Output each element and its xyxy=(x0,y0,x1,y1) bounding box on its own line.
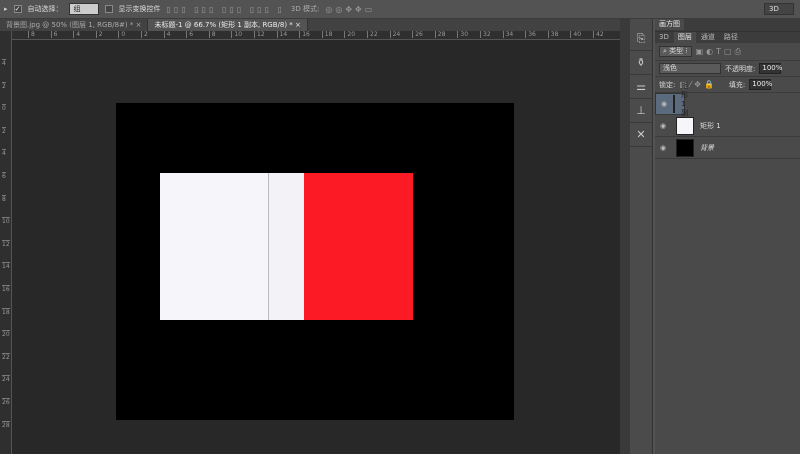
ruler-tick-label: 24 xyxy=(389,31,400,38)
ruler-tick-label: 6 xyxy=(2,172,6,180)
ruler-tick-label: 22 xyxy=(367,31,378,38)
align-icons[interactable]: ▯▯▯ ▯▯▯ ▯▯▯ ▯▯▯ ▯ xyxy=(167,5,285,14)
fill-label: 填充: xyxy=(728,80,746,89)
ruler-tick-label: 0 xyxy=(118,31,125,38)
ruler-tick-label: 38 xyxy=(547,31,558,38)
auto-select-dropdown[interactable]: 组 xyxy=(68,3,99,15)
tab-paths[interactable]: 路径 xyxy=(719,32,742,43)
layers-panel: 画方图 3D 图层 通道 路径 ⌕ 类型 ⁝ ▣◐T▢⎙ 浅色 不透明度: 100% … xyxy=(655,19,800,454)
3d-tool-icons[interactable]: ◎◎✥✥▭ xyxy=(325,5,375,14)
tab-layers[interactable]: 图层 xyxy=(673,32,696,43)
visibility-eye-icon[interactable]: ◉ xyxy=(660,122,670,130)
document-tabs: 背景图.jpg @ 50% (图层 1, RGB/8#) * × 未标题-1 @… xyxy=(0,19,630,31)
ruler-tick-label: 12 xyxy=(254,31,265,38)
tab-label: 未标题-1 @ 66.7% (矩形 1 副本, RGB/8) * xyxy=(154,21,293,29)
auto-select-checkbox[interactable]: ✓ xyxy=(13,5,22,13)
ruler-tick-label: 34 xyxy=(502,31,513,38)
brush-preset-icon[interactable]: ⚱ xyxy=(630,51,652,75)
ruler-tick-label: 24 xyxy=(2,375,10,384)
filter-label: 类型 xyxy=(669,47,684,55)
layer-rectangle-1-copy[interactable]: ◉ 矩形 1 副本 xyxy=(655,82,688,126)
blend-mode-dropdown[interactable]: 浅色 xyxy=(659,63,721,74)
tab-background-jpg[interactable]: 背景图.jpg @ 50% (图层 1, RGB/8#) * × xyxy=(0,19,149,31)
ruler-tick-label: 22 xyxy=(2,352,10,361)
ruler-tick-label: 8 xyxy=(208,31,216,38)
filter-dropdown[interactable]: ⌕ 类型 ⁝ xyxy=(659,46,692,57)
ruler-tick-label: 20 xyxy=(344,31,355,38)
horizontal-ruler[interactable]: 8 6 4 2 0 2 4 6 8 10 12 14 16 18 20 22 24 26 28 30 32 34 36 38 4… xyxy=(12,31,620,40)
ruler-tick-label: 2 xyxy=(95,31,103,38)
canvas-area[interactable] xyxy=(12,40,620,454)
lock-label: 锁定: xyxy=(659,80,676,89)
ruler-tick-label: 8 xyxy=(2,194,6,203)
layer-thumbnail xyxy=(673,95,676,113)
vertical-ruler[interactable]: 4 2 0 2 4 6 8 10 12 14 16 18 20 22 24 26 28 xyxy=(0,31,12,454)
opacity-input[interactable]: 100% xyxy=(759,63,782,74)
layer-name: 背景 xyxy=(700,143,714,152)
move-tool-icon[interactable]: ▸ xyxy=(4,5,8,13)
tab-3d[interactable]: 3D xyxy=(655,32,673,43)
filter-icons[interactable]: ▣◐T▢⎙ xyxy=(696,47,744,57)
ruler-tick-label: 14 xyxy=(2,262,10,271)
ruler-tick-label: 20 xyxy=(2,330,10,339)
ruler-tick-label: 2 xyxy=(2,81,6,90)
ruler-tick-label: 42 xyxy=(593,31,604,38)
ruler-tick-label: 8 xyxy=(28,31,35,38)
adjust-icon[interactable]: ⚌ xyxy=(630,75,652,99)
tab-label: 背景图.jpg @ 50% (图层 1, RGB/8#) * xyxy=(6,21,134,29)
ruler-tick-label: 6 xyxy=(50,31,57,38)
light-rectangle[interactable] xyxy=(268,173,304,320)
ruler-tick-label: 18 xyxy=(2,307,10,316)
layer-name: 矩形 1 xyxy=(700,121,721,130)
ruler-tick-label: 30 xyxy=(457,31,468,38)
document-canvas[interactable] xyxy=(116,103,514,420)
show-transform-checkbox[interactable] xyxy=(104,5,113,13)
ruler-tick-label: 2 xyxy=(141,31,148,38)
layer-thumbnail xyxy=(676,138,694,157)
panel-gutter xyxy=(620,19,630,454)
panel-dock-icons: ⎘ ⚱ ⚌ ⊥ ✕ xyxy=(630,19,653,454)
tab-channels[interactable]: 通道 xyxy=(696,32,719,43)
ruler-tick-label: 16 xyxy=(299,31,310,38)
ruler-tick-label: 28 xyxy=(434,31,445,38)
ruler-tick-label: 6 xyxy=(186,31,193,38)
ruler-tick-label: 18 xyxy=(321,31,332,38)
ruler-tick-label: 4 xyxy=(2,149,6,158)
ruler-tick-label: 32 xyxy=(480,31,491,38)
ruler-tick-label: 28 xyxy=(2,420,10,429)
visibility-eye-icon[interactable]: ◉ xyxy=(660,144,670,152)
history-icon[interactable]: ⎘ xyxy=(630,27,652,51)
fill-input[interactable]: 100% xyxy=(749,79,772,90)
ruler-tick-label: 14 xyxy=(276,31,287,38)
ruler-tick-label: 4 xyxy=(73,31,80,38)
ruler-tick-label: 26 xyxy=(2,398,10,406)
tab-untitled-1[interactable]: 未标题-1 @ 66.7% (矩形 1 副本, RGB/8) * × xyxy=(148,19,308,31)
mode-3d-label: 3D 模式: xyxy=(290,5,320,13)
ruler-tick-label: 16 xyxy=(2,285,10,293)
auto-select-label: 自动选择： xyxy=(27,5,63,13)
layer-background[interactable]: ◉ 背景 xyxy=(655,137,800,159)
ruler-tick-label: 0 xyxy=(2,104,6,113)
red-rectangle[interactable] xyxy=(304,173,413,320)
ruler-tick-label: 2 xyxy=(2,126,6,135)
visibility-eye-icon[interactable]: ◉ xyxy=(661,100,667,109)
align-panel-icon[interactable]: ⊥ xyxy=(630,99,652,123)
ruler-tick-label: 36 xyxy=(525,31,536,38)
show-transform-label: 显示变换控件 xyxy=(118,5,161,13)
ruler-tick-label: 12 xyxy=(2,239,10,248)
ruler-tick-label: 4 xyxy=(2,59,6,67)
tools-icon[interactable]: ✕ xyxy=(630,123,652,147)
white-rectangle[interactable] xyxy=(160,173,268,320)
workspace-dropdown[interactable]: 3D xyxy=(764,3,794,15)
ruler-tick-label: 10 xyxy=(231,31,242,38)
opacity-label: 不透明度: xyxy=(725,64,756,73)
ruler-tick-label: 40 xyxy=(570,31,581,38)
layer-rectangle-1[interactable]: ◉ 矩形 1 xyxy=(655,115,800,137)
panel-title[interactable]: 画方图 xyxy=(655,19,684,30)
ruler-tick-label: 4 xyxy=(163,31,170,38)
ruler-tick-label: 10 xyxy=(2,217,10,226)
options-bar: ▸ ✓ 自动选择： 组 显示变换控件 ▯▯▯ ▯▯▯ ▯▯▯ ▯▯▯ ▯ 3D … xyxy=(0,0,800,19)
layer-thumbnail xyxy=(676,116,694,135)
ruler-tick-label: 26 xyxy=(412,31,423,38)
